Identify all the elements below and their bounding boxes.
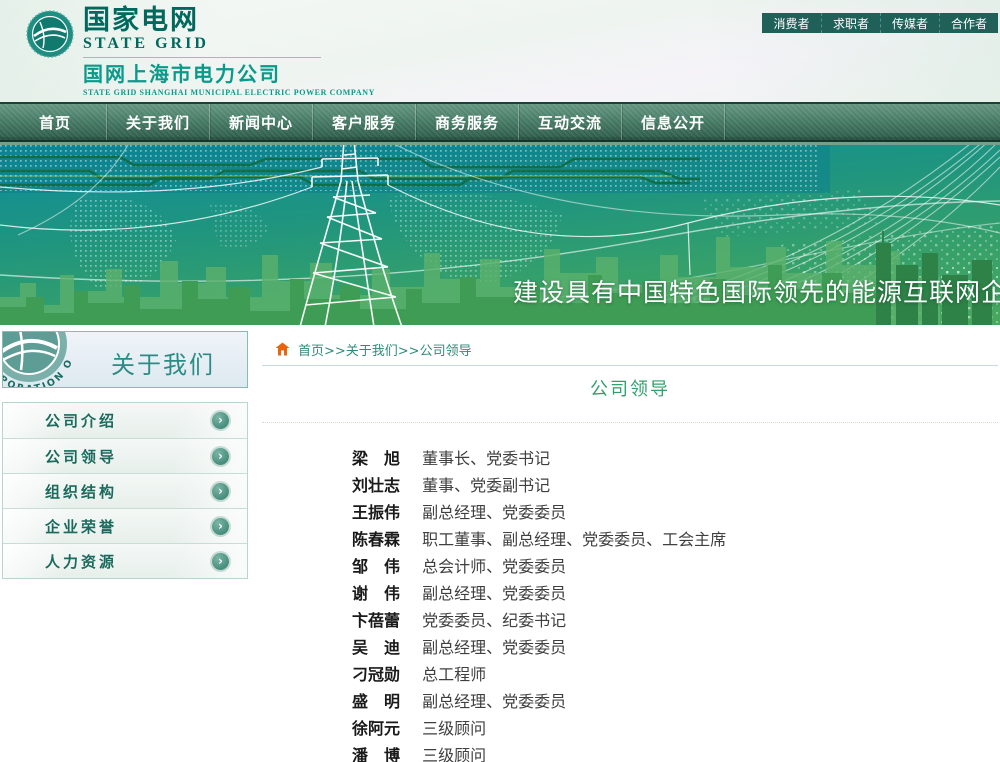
arrow-circle-icon bbox=[212, 448, 229, 465]
leader-name: 邹 伟 bbox=[352, 553, 402, 580]
hero-banner: 建设具有中国特色国际领先的能源互联网企业 bbox=[0, 145, 1000, 325]
page: 国家电网 STATE GRID 国网上海市电力公司 STATE GRID SHA… bbox=[0, 0, 1000, 762]
audience-link[interactable]: 求职者 bbox=[821, 13, 880, 33]
leader-title: 副总经理、党委委员 bbox=[422, 638, 566, 657]
banner-slogan: 建设具有中国特色国际领先的能源互联网企业 bbox=[513, 273, 1000, 309]
leader-name: 陈春霖 bbox=[352, 526, 402, 553]
leader-name: 谢 伟 bbox=[352, 580, 402, 607]
sidebar-item-label: 企业荣誉 bbox=[45, 516, 117, 537]
breadcrumb-divider bbox=[262, 365, 998, 366]
leader-name: 王振伟 bbox=[352, 499, 402, 526]
home-icon[interactable] bbox=[275, 342, 290, 356]
logo-texts: 国家电网 STATE GRID 国网上海市电力公司 STATE GRID SHA… bbox=[83, 7, 375, 97]
leader-row: 盛 明 副总经理、党委委员 bbox=[352, 688, 998, 715]
nav-item[interactable]: 互动交流 bbox=[519, 104, 622, 140]
sidebar-menu-item[interactable]: 公司介绍 bbox=[3, 403, 247, 438]
leader-title: 党委委员、纪委书记 bbox=[422, 611, 566, 630]
leader-row: 谢 伟 副总经理、党委委员 bbox=[352, 580, 998, 607]
arrow-circle-icon bbox=[212, 518, 229, 535]
leader-name: 盛 明 bbox=[352, 688, 402, 715]
arrow-circle-icon bbox=[212, 483, 229, 500]
audience-links-bar: 消费者 求职者 传媒者 合作者 bbox=[762, 13, 998, 33]
nav-item[interactable]: 商务服务 bbox=[416, 104, 519, 140]
leader-row: 刁冠勋 总工程师 bbox=[352, 661, 998, 688]
state-grid-logo[interactable]: 国家电网 STATE GRID 国网上海市电力公司 STATE GRID SHA… bbox=[26, 7, 375, 97]
site-header: 国家电网 STATE GRID 国网上海市电力公司 STATE GRID SHA… bbox=[0, 0, 1000, 103]
sidebar-menu-item[interactable]: 企业荣誉 bbox=[3, 508, 247, 543]
leader-title: 总工程师 bbox=[422, 665, 486, 684]
leader-row: 陈春霖 职工董事、副总经理、党委委员、工会主席 bbox=[352, 526, 998, 553]
arrow-circle-icon bbox=[212, 412, 229, 429]
leader-title: 董事、党委副书记 bbox=[422, 476, 550, 495]
leader-row: 邹 伟 总会计师、党委委员 bbox=[352, 553, 998, 580]
sidebar-menu-item[interactable]: 公司领导 bbox=[3, 438, 247, 473]
breadcrumb-text[interactable]: 首页>>关于我们>>公司领导 bbox=[298, 340, 472, 359]
breadcrumb: 首页>>关于我们>>公司领导 bbox=[262, 339, 998, 359]
content-area: CORPORATION OF 关于我们 公司介绍 公司领导 bbox=[0, 325, 1000, 762]
leader-title: 三级顾问 bbox=[422, 719, 486, 738]
leader-row: 潘 博 三级顾问 bbox=[352, 742, 998, 762]
leader-title: 副总经理、党委委员 bbox=[422, 503, 566, 522]
main-panel: 首页>>关于我们>>公司领导 公司领导 梁 旭 董事长、党委书记 刘壮志 董事、… bbox=[248, 325, 1000, 762]
brand-name-cn: 国家电网 bbox=[83, 7, 375, 35]
brand-name-en: STATE GRID bbox=[83, 35, 375, 53]
nav-item[interactable]: 客户服务 bbox=[313, 104, 416, 140]
sidebar-title: 关于我们 bbox=[111, 345, 215, 380]
sidebar-menu-item[interactable]: 组织结构 bbox=[3, 473, 247, 508]
leader-row: 徐阿元 三级顾问 bbox=[352, 715, 998, 742]
sidebar-item-label: 公司介绍 bbox=[45, 410, 117, 431]
sidebar: CORPORATION OF 关于我们 公司介绍 公司领导 bbox=[2, 325, 248, 579]
audience-link[interactable]: 消费者 bbox=[762, 13, 821, 33]
leader-title: 副总经理、党委委员 bbox=[422, 692, 566, 711]
state-grid-globe-icon bbox=[26, 10, 74, 58]
audience-link[interactable]: 传媒者 bbox=[880, 13, 939, 33]
leader-name: 刘壮志 bbox=[352, 472, 402, 499]
leader-row: 卞蓓蕾 党委委员、纪委书记 bbox=[352, 607, 998, 634]
nav-item[interactable]: 首页 bbox=[4, 104, 107, 140]
company-name-en: STATE GRID SHANGHAI MUNICIPAL ELECTRIC P… bbox=[83, 88, 375, 97]
audience-link[interactable]: 合作者 bbox=[939, 13, 998, 33]
leader-title: 职工董事、副总经理、党委委员、工会主席 bbox=[422, 530, 726, 549]
leader-name: 卞蓓蕾 bbox=[352, 607, 402, 634]
sidebar-menu-item[interactable]: 人力资源 bbox=[3, 543, 247, 578]
leader-title: 总会计师、党委委员 bbox=[422, 557, 566, 576]
leader-name: 潘 博 bbox=[352, 742, 402, 762]
leader-name: 吴 迪 bbox=[352, 634, 402, 661]
nav-item[interactable]: 新闻中心 bbox=[210, 104, 313, 140]
sidebar-globe-icon: CORPORATION OF bbox=[3, 332, 113, 388]
leader-name: 徐阿元 bbox=[352, 715, 402, 742]
leader-name: 梁 旭 bbox=[352, 445, 402, 472]
leader-name: 刁冠勋 bbox=[352, 661, 402, 688]
dotted-separator bbox=[262, 422, 998, 423]
leader-title: 三级顾问 bbox=[422, 746, 486, 762]
leader-title: 董事长、党委书记 bbox=[422, 449, 550, 468]
leader-row: 吴 迪 副总经理、党委委员 bbox=[352, 634, 998, 661]
page-title: 公司领导 bbox=[262, 378, 998, 402]
sidebar-item-label: 公司领导 bbox=[45, 446, 117, 467]
leader-row: 刘壮志 董事、党委副书记 bbox=[352, 472, 998, 499]
logo-divider bbox=[83, 57, 321, 58]
leader-title: 副总经理、党委委员 bbox=[422, 584, 566, 603]
leader-row: 王振伟 副总经理、党委委员 bbox=[352, 499, 998, 526]
leader-row: 梁 旭 董事长、党委书记 bbox=[352, 445, 998, 472]
sidebar-header: CORPORATION OF 关于我们 bbox=[2, 331, 248, 388]
main-nav: 首页 关于我们 新闻中心 客户服务 商务服务 互动交流 信息公开 bbox=[0, 103, 1000, 142]
sidebar-item-label: 组织结构 bbox=[45, 481, 117, 502]
arrow-circle-icon bbox=[212, 553, 229, 570]
sidebar-menu: 公司介绍 公司领导 组织结构 企业荣誉 bbox=[2, 402, 248, 579]
company-name-cn: 国网上海市电力公司 bbox=[83, 63, 375, 86]
nav-item[interactable]: 信息公开 bbox=[622, 104, 725, 140]
nav-item[interactable]: 关于我们 bbox=[107, 104, 210, 140]
sidebar-item-label: 人力资源 bbox=[45, 551, 117, 572]
leader-list: 梁 旭 董事长、党委书记 刘壮志 董事、党委副书记 王振伟 副总经理、党委委员 bbox=[352, 445, 998, 762]
